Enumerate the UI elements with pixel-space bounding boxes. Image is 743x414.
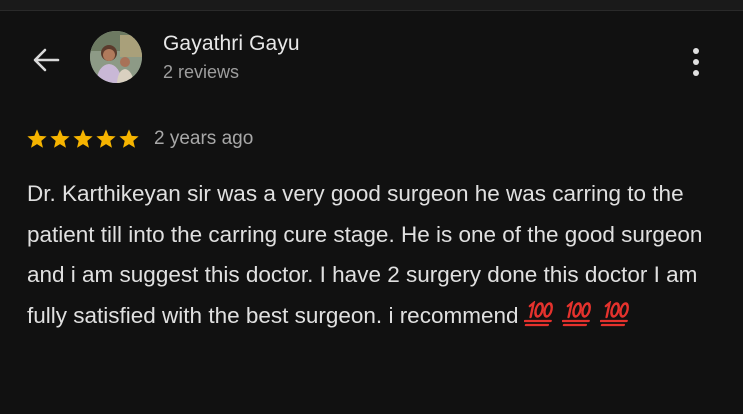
star-icon — [50, 129, 70, 148]
star-rating — [26, 128, 140, 150]
back-button[interactable] — [22, 40, 70, 80]
star-icon — [27, 129, 47, 148]
more-options-button[interactable] — [676, 42, 716, 82]
hundred-points-emoji — [600, 300, 632, 327]
arrow-left-icon — [33, 48, 60, 72]
avatar-photo — [90, 31, 142, 83]
hundred-points-emoji — [562, 300, 594, 327]
review-emojis — [518, 300, 632, 328]
rating-row: 2 years ago — [26, 124, 253, 154]
star-icon — [119, 129, 139, 148]
avatar[interactable] — [90, 31, 142, 83]
reviewer-name[interactable]: Gayathri Gayu — [163, 32, 300, 56]
reviewer-review-count: 2 reviews — [163, 62, 240, 82]
review-date: 2 years ago — [154, 128, 254, 149]
more-vertical-icon — [693, 48, 699, 76]
reviewer-header: Gayathri Gayu 2 reviews — [0, 12, 743, 108]
star-icon — [96, 129, 116, 148]
review-text-block: Dr. Karthikeyan sir was a very good surg… — [27, 174, 727, 336]
hundred-points-emoji — [524, 300, 556, 327]
star-icon — [73, 129, 93, 148]
top-edge — [0, 0, 743, 11]
